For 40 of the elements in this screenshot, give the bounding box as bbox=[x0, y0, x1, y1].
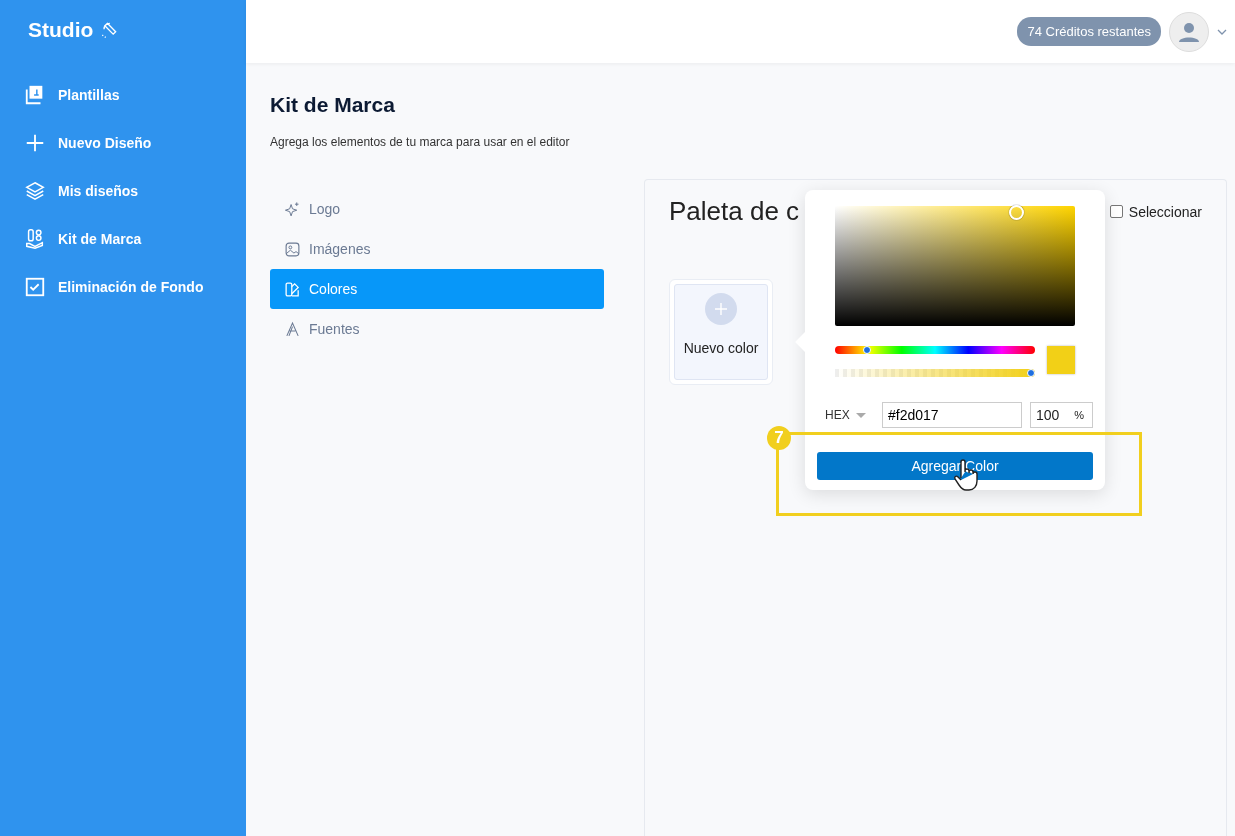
sidebar-item[interactable]: Plantillas bbox=[0, 71, 246, 119]
hue-slider[interactable] bbox=[835, 346, 1035, 354]
picker-handle[interactable] bbox=[1009, 205, 1024, 220]
checkbox[interactable] bbox=[1109, 205, 1123, 218]
step-badge: 7 bbox=[767, 426, 791, 450]
image-icon bbox=[284, 240, 301, 258]
sidebar-item[interactable]: Nuevo Diseño bbox=[0, 119, 246, 167]
sparkle-icon bbox=[284, 200, 301, 218]
nav-tab[interactable]: Imágenes bbox=[270, 229, 604, 269]
format-dropdown[interactable]: HEX bbox=[825, 407, 882, 423]
page-subtitle: Agrega los elementos de tu marca para usar en el editor bbox=[270, 135, 571, 149]
user-avatar[interactable] bbox=[1169, 11, 1209, 52]
card-label: Nuevo color bbox=[683, 340, 759, 356]
checkbox-icon bbox=[24, 276, 46, 298]
nav-tab[interactable]: Logo bbox=[270, 189, 604, 229]
chevron-down-icon[interactable] bbox=[1217, 27, 1227, 36]
alpha-field[interactable]: 100 % bbox=[1030, 402, 1093, 428]
new-color-card[interactable]: Nuevo color bbox=[674, 284, 768, 380]
nav-tab[interactable]: Fuentes bbox=[270, 309, 604, 349]
credits-badge: 74 Créditos restantes bbox=[1017, 17, 1161, 46]
font-icon bbox=[284, 320, 301, 338]
slider-thumb[interactable] bbox=[1027, 369, 1035, 377]
shapes-icon bbox=[24, 228, 46, 250]
plus-icon bbox=[24, 132, 46, 154]
color-swatch bbox=[1047, 346, 1075, 374]
panel-title: Paleta de c bbox=[669, 196, 800, 227]
sidebar-item[interactable]: Eliminación de Fondo bbox=[0, 263, 246, 311]
add-color-button[interactable]: Agregar Color bbox=[817, 452, 1093, 480]
layers-icon bbox=[24, 180, 46, 202]
plus-icon bbox=[714, 302, 728, 316]
page-title: Kit de Marca bbox=[270, 93, 396, 117]
slider-thumb[interactable] bbox=[863, 346, 871, 354]
sidebar-item[interactable]: Kit de Marca bbox=[0, 215, 246, 263]
palette-icon bbox=[284, 280, 301, 298]
nav-tab[interactable]: Colores bbox=[270, 269, 604, 309]
select-label: Seleccionar bbox=[1128, 203, 1202, 220]
hex-field[interactable]: #f2d017 bbox=[882, 402, 1022, 428]
app-logo: Studio bbox=[28, 18, 94, 42]
sidebar-item[interactable]: Mis diseños bbox=[0, 167, 246, 215]
saturation-area[interactable] bbox=[835, 206, 1075, 326]
